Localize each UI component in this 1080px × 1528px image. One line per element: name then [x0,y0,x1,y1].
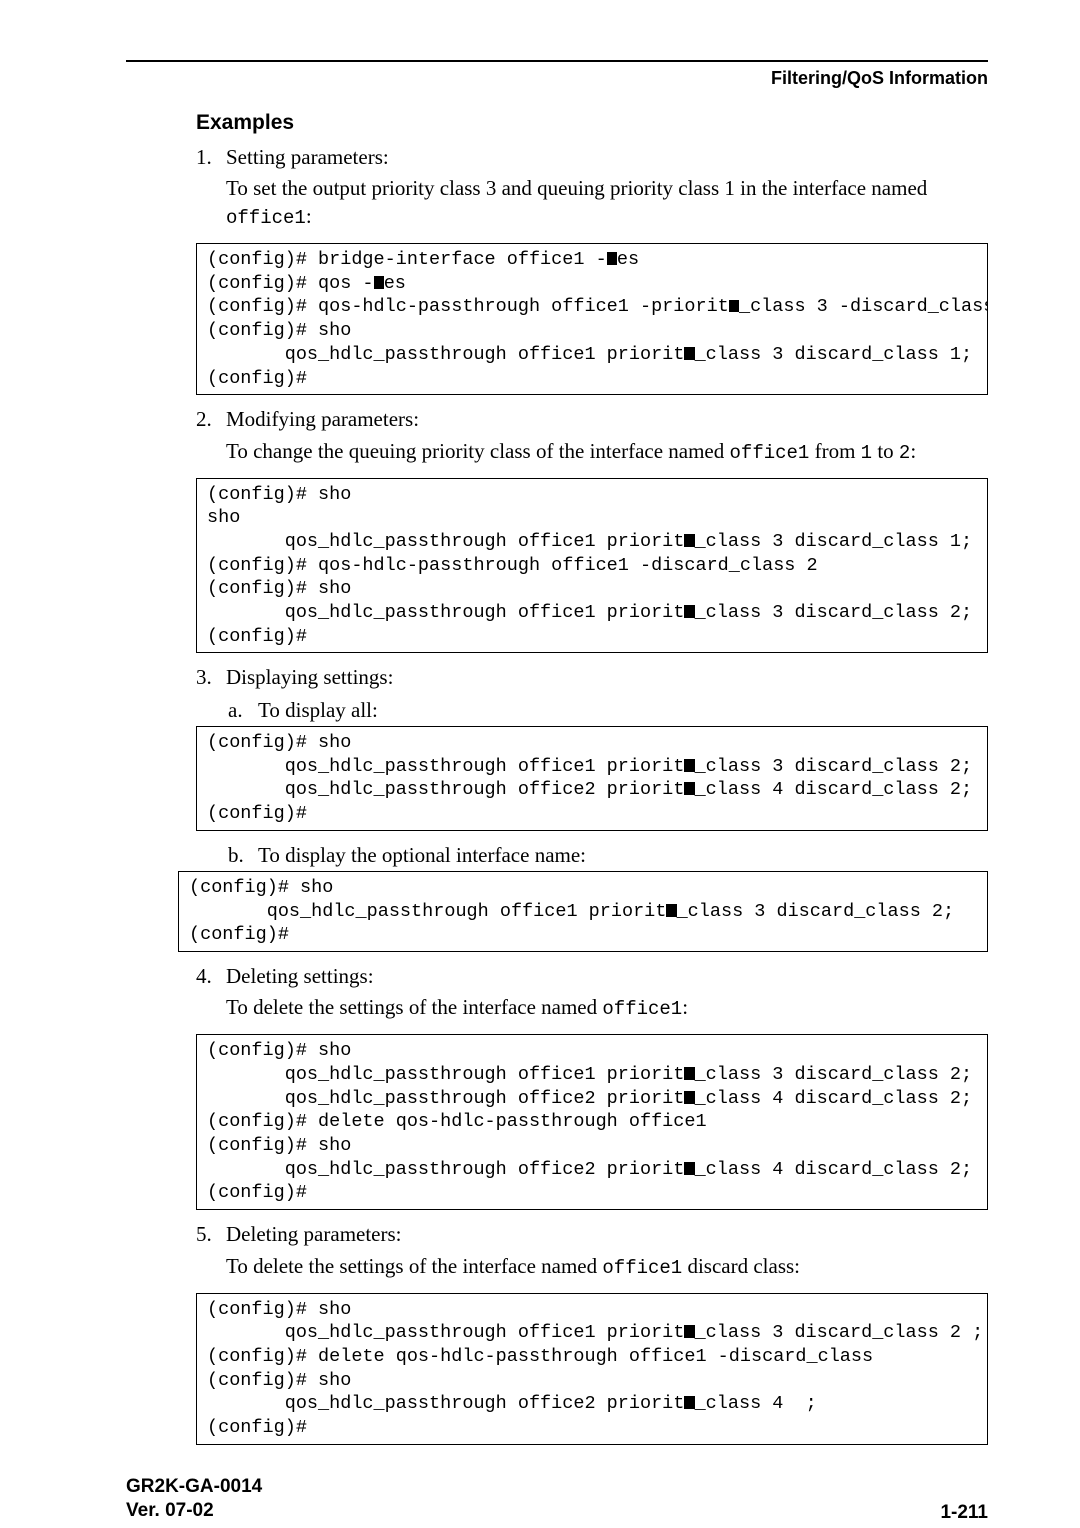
list-item: 1. Setting parameters: [196,143,988,171]
subitem-text: To display the optional interface name: [258,841,586,869]
item-para: To delete the settings of the interface … [226,1253,988,1281]
block-icon [684,347,694,360]
block-icon [684,605,694,618]
block-icon [729,300,739,313]
subitem-letter: a. [228,696,258,724]
item-number: 3. [196,663,226,691]
block-icon [666,904,676,917]
block-icon [684,1091,694,1104]
code-block: (config)# bridge-interface office1 -es (… [196,243,988,395]
list-item: 5. Deleting parameters: [196,1220,988,1248]
block-icon [684,1067,694,1080]
page-footer: GR2K-GA-0014 Ver. 07-02 1-211 [126,1475,988,1524]
code-block: (config)# sho qos_hdlc_passthrough offic… [196,1034,988,1210]
sub-item: b. To display the optional interface nam… [228,841,988,869]
block-icon [684,1396,694,1409]
code-block: (config)# sho sho qos_hdlc_passthrough o… [196,478,988,654]
item-number: 1. [196,143,226,171]
block-icon [684,1325,694,1338]
item-title: Setting parameters: [226,143,389,171]
content-area: Examples 1. Setting parameters: To set t… [126,111,988,1455]
block-icon [374,276,384,289]
block-icon [607,252,617,265]
code-block: (config)# sho qos_hdlc_passthrough offic… [178,871,988,952]
item-para: To set the output priority class 3 and q… [226,175,988,231]
list-item: 2. Modifying parameters: [196,405,988,433]
header-rule [126,60,988,62]
footer-page-number: 1-211 [940,1502,988,1524]
item-number: 4. [196,962,226,990]
block-icon [684,759,694,772]
item-number: 2. [196,405,226,433]
subitem-text: To display all: [258,696,378,724]
block-icon [684,782,694,795]
footer-doc-id: GR2K-GA-0014 [126,1475,262,1500]
running-head: Filtering/QoS Information [126,68,988,89]
code-block: (config)# sho qos_hdlc_passthrough offic… [196,1293,988,1445]
item-title: Deleting parameters: [226,1220,402,1248]
item-title: Modifying parameters: [226,405,419,433]
item-para: To change the queuing priority class of … [226,438,988,466]
list-item: 3. Displaying settings: [196,663,988,691]
block-icon [684,1162,694,1175]
subitem-letter: b. [228,841,258,869]
examples-heading: Examples [196,111,988,135]
footer-version: Ver. 07-02 [126,1499,262,1524]
item-para: To delete the settings of the interface … [226,994,988,1022]
sub-item: a. To display all: [228,696,988,724]
list-item: 4. Deleting settings: [196,962,988,990]
item-title: Deleting settings: [226,962,374,990]
code-block: (config)# sho qos_hdlc_passthrough offic… [196,726,988,831]
item-title: Displaying settings: [226,663,393,691]
block-icon [684,534,694,547]
item-number: 5. [196,1220,226,1248]
